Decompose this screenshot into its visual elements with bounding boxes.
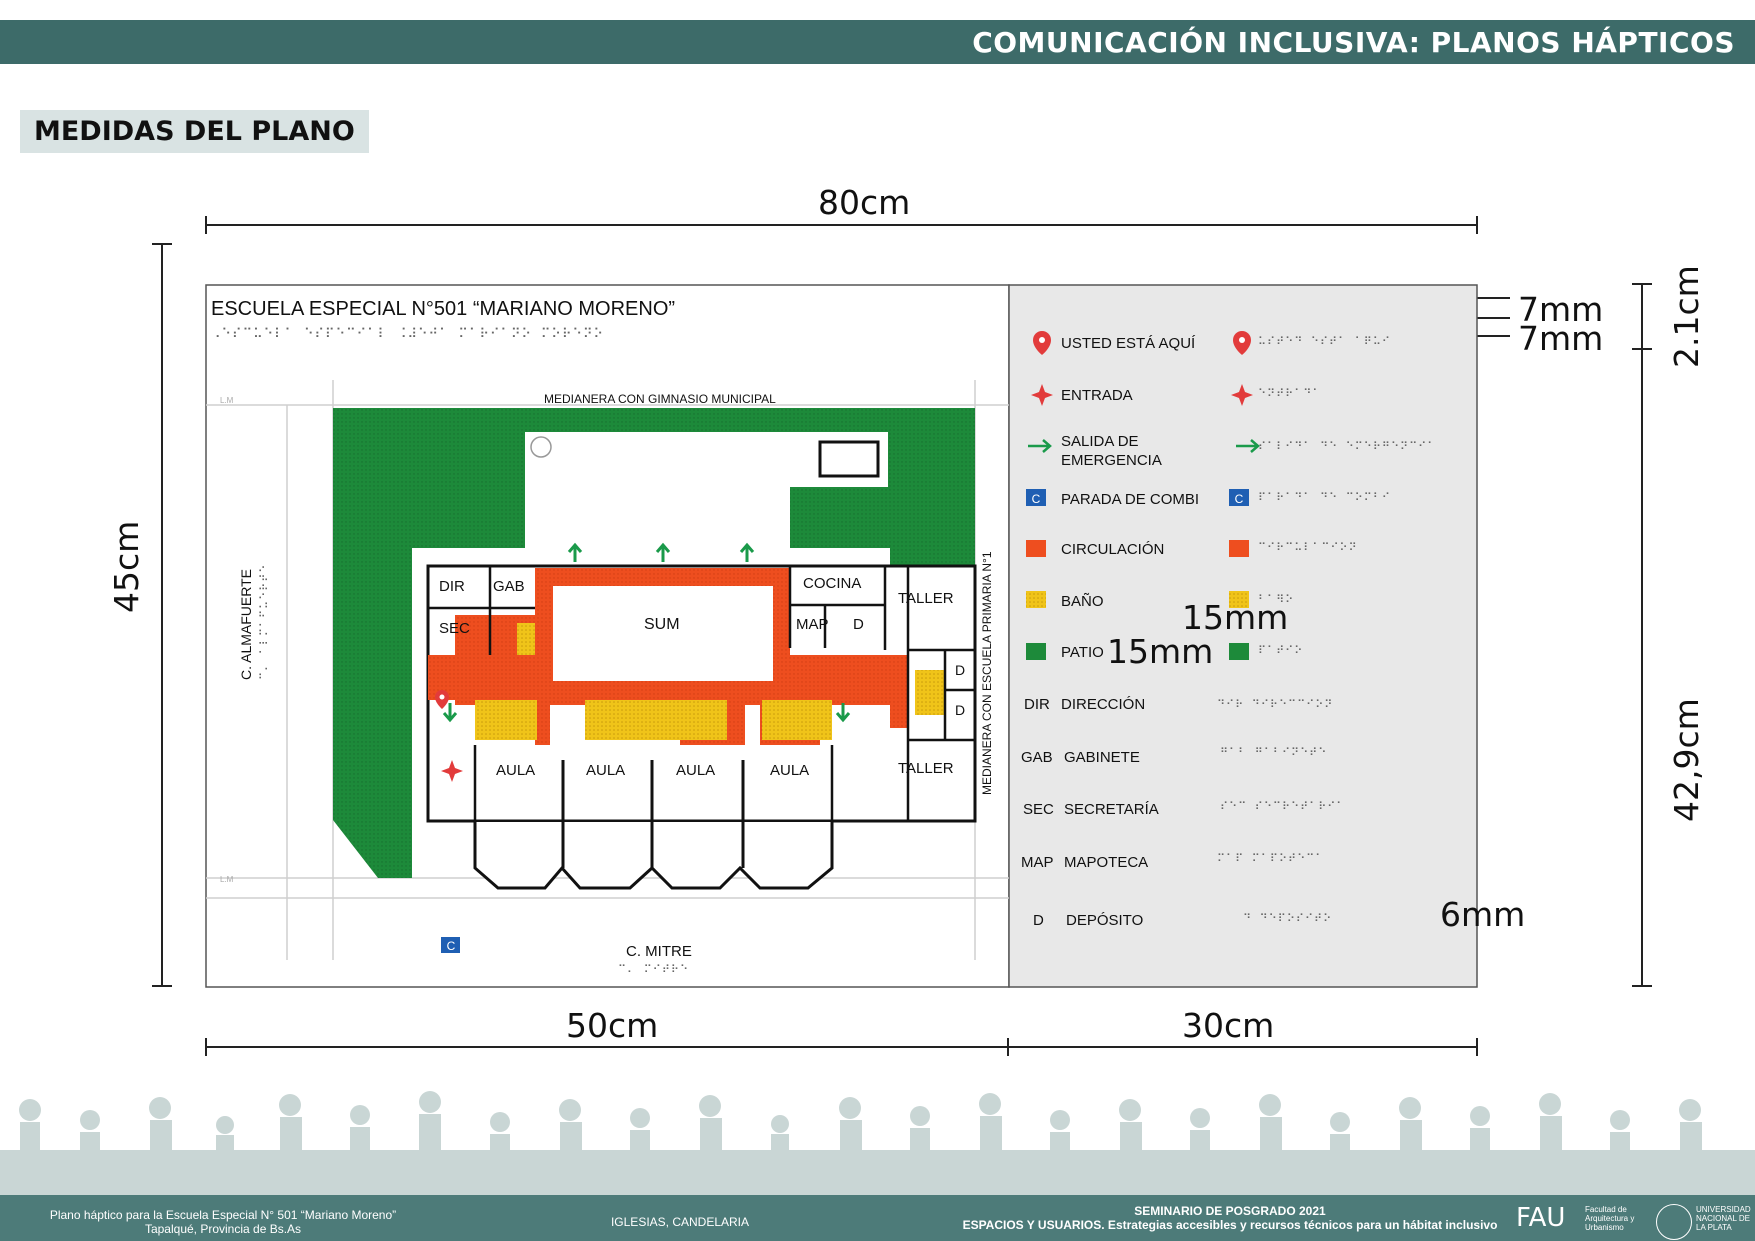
svg-text:C: C (1032, 492, 1041, 506)
dim-width-total: 80cm (818, 183, 911, 222)
footer-project: Plano háptico para la Escuela Especial N… (18, 1208, 428, 1236)
patio-court (790, 432, 888, 487)
svg-text:C: C (1235, 492, 1244, 506)
street-left-braille: ⠉⠄ ⠁⠇⠍⠁⠋⠥⠑⠗⠞⠑ (258, 563, 271, 680)
dim-top-margin-b: 7mm (1518, 319, 1604, 358)
room-aula: AULA (586, 762, 626, 779)
circulation-swatch-icon (1229, 540, 1249, 557)
street-bottom-braille: ⠉⠄ ⠍⠊⠞⠗⠑ (618, 963, 690, 976)
dim-row-gap: 6mm (1440, 895, 1526, 934)
footer-seminar-line1: SEMINARIO DE POSGRADO 2021 (1134, 1204, 1326, 1218)
room-d: D (955, 702, 966, 718)
abbr-code: D (1033, 912, 1044, 929)
legend-label: CIRCULACIÓN (1061, 541, 1165, 558)
fau-text: Facultad de Arquitectura y Urbanismo (1585, 1205, 1635, 1232)
unlp-text: UNIVERSIDAD NACIONAL DE LA PLATA (1696, 1205, 1751, 1232)
legend-braille: ⠏⠁⠞⠊⠕ (1258, 644, 1304, 657)
abbr-code: GAB (1021, 749, 1053, 766)
plan-title: ESCUELA ESPECIAL N°501 “MARIANO MORENO” (211, 298, 676, 320)
room-aula: AULA (496, 762, 536, 779)
legend-braille: ⠥⠎⠞⠑⠙ ⠑⠎⠞⠁ ⠁⠟⠥⠊ (1258, 335, 1391, 348)
abbr-code: MAP (1021, 854, 1054, 871)
svg-text:C: C (447, 939, 456, 953)
legend-label: USTED ESTÁ AQUÍ (1061, 335, 1196, 352)
abbr-braille: ⠛⠁⠃ ⠛⠁⠃⠊⠝⠑⠞⠑ (1220, 746, 1328, 759)
legend-braille: ⠉⠊⠗⠉⠥⠇⠁⠉⠊⠕⠝ (1258, 541, 1358, 554)
room-d: D (853, 616, 864, 633)
footer-project-line2: Tapalqué, Provincia de Bs.As (144, 1222, 302, 1236)
plan-title-braille: ⠠⠑⠎⠉⠥⠑⠇⠁ ⠑⠎⠏⠑⠉⠊⠁⠇ ⠨⠼⠑⠚⠁ ⠍⠁⠗⠊⠁⠝⠕ ⠍⠕⠗⠑⠝⠕ (211, 327, 605, 342)
footer-project-line1: Plano háptico para la Escuela Especial N… (49, 1208, 397, 1222)
legend-label: PARADA DE COMBI (1061, 491, 1200, 508)
room-d: D (955, 662, 966, 678)
abbr-label: DEPÓSITO (1066, 912, 1144, 929)
legend-label: ENTRADA (1061, 387, 1133, 404)
room-aula: AULA (676, 762, 716, 779)
medianera-top: MEDIANERA CON GIMNASIO MUNICIPAL (544, 392, 776, 406)
lm-mark: L.M (220, 875, 234, 884)
dim-top-total: 2.1cm (1667, 265, 1706, 368)
bathroom-small (517, 623, 535, 655)
room-dir: DIR (439, 578, 465, 595)
abbr-code: DIR (1024, 696, 1050, 713)
room-sec: SEC (439, 620, 470, 637)
dim-width-right: 30cm (1182, 1006, 1275, 1045)
abbr-braille: ⠍⠁⠏ ⠍⠁⠏⠕⠞⠑⠉⠁ (1217, 852, 1325, 865)
footer-seminar-line2: ESPACIOS Y USUARIOS. Estrategias accesib… (962, 1218, 1498, 1232)
street-left: C. ALMAFUERTE (238, 569, 254, 680)
room-aula: AULA (770, 762, 810, 779)
legend-label: PATIO (1061, 644, 1104, 661)
street-bottom: C. MITRE (626, 943, 692, 960)
footer-author: IGLESIAS, CANDELARIA (610, 1215, 750, 1229)
lm-mark: L.M (220, 396, 234, 405)
people-silhouettes-illustration (0, 1091, 1755, 1195)
abbr-braille: ⠎⠑⠉ ⠎⠑⠉⠗⠑⠞⠁⠗⠊⠁ (1220, 800, 1346, 813)
room-gab: GAB (493, 578, 525, 595)
medianera-side: MEDIANERA CON ESCUELA PRIMARIA N°1 (980, 551, 994, 795)
legend-label: BAÑO (1061, 593, 1104, 610)
abbr-braille: ⠙⠊⠗ ⠙⠊⠗⠑⠉⠉⠊⠕⠝ (1217, 698, 1334, 711)
room-cocina: COCINA (803, 575, 862, 592)
dim-width-left: 50cm (566, 1006, 659, 1045)
abbr-label: MAPOTECA (1064, 854, 1149, 871)
legend-braille: ⠏⠁⠗⠁⠙⠁ ⠙⠑ ⠉⠕⠍⠃⠊ (1258, 491, 1391, 504)
circulation-swatch-icon (1026, 540, 1046, 557)
room-taller: TALLER (898, 590, 954, 607)
legend-braille: ⠑⠝⠞⠗⠁⠙⠁ (1258, 387, 1322, 400)
abbr-label: SECRETARÍA (1064, 801, 1159, 818)
dim-height-rest: 42,9cm (1667, 698, 1706, 822)
dim-height-total: 45cm (107, 520, 146, 613)
abbr-code: SEC (1023, 801, 1054, 818)
room-taller: TALLER (898, 760, 954, 777)
abbr-label: DIRECCIÓN (1061, 696, 1146, 713)
room-sum: SUM (644, 616, 680, 633)
room-map: MAP (796, 616, 829, 633)
footer-seminar: SEMINARIO DE POSGRADO 2021 ESPACIOS Y US… (880, 1204, 1580, 1232)
bathroom-swatch-icon (1026, 591, 1046, 608)
fau-logo: FAU (1516, 1203, 1566, 1233)
patio-swatch-icon (1026, 643, 1046, 660)
unlp-seal-icon (1656, 1204, 1692, 1240)
legend-label: SALIDA DE (1061, 433, 1139, 450)
legend-braille: ⠃⠁⠻⠕ (1258, 593, 1295, 606)
legend-label: EMERGENCIA (1061, 452, 1162, 469)
abbr-label: GABINETE (1064, 749, 1140, 766)
patio-swatch-icon (1229, 643, 1249, 660)
abbr-braille: ⠙ ⠙⠑⠏⠕⠎⠊⠞⠕ (1243, 912, 1333, 925)
dim-icon-gap-v: 15mm (1107, 632, 1214, 671)
legend-braille: ⠎⠁⠇⠊⠙⠁ ⠙⠑ ⠑⠍⠑⠗⠛⠑⠝⠉⠊⠁ (1258, 440, 1437, 453)
